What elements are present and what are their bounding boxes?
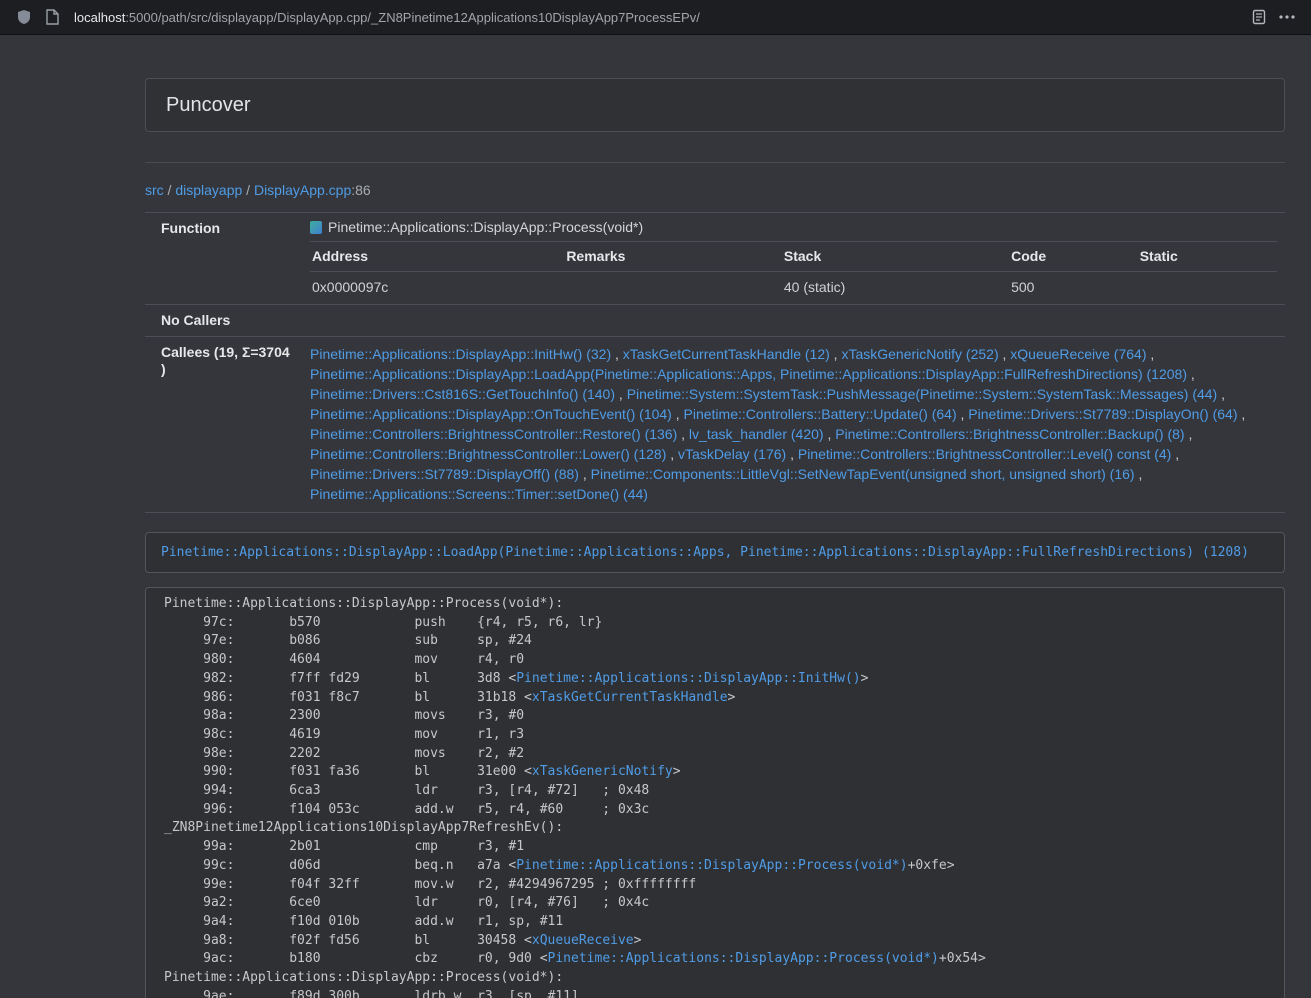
breadcrumb: src / displayapp / DisplayApp.cpp:86 (145, 182, 1285, 199)
reader-view-icon[interactable] (1245, 3, 1273, 31)
callee-separator: , (1135, 466, 1143, 482)
function-icon (310, 221, 322, 234)
callee-separator: , (1185, 426, 1193, 442)
breadcrumb-separator: / (164, 182, 176, 198)
code-symbol-link[interactable]: Pinetime::Applications::DisplayApp::Init… (516, 671, 860, 686)
code-symbol-link[interactable]: Pinetime::Applications::DisplayApp::Proc… (516, 858, 907, 873)
disassembly-code: Pinetime::Applications::DisplayApp::Proc… (145, 587, 1285, 998)
details-header-row: Address Remarks Stack Code Static (310, 242, 1277, 272)
callees-list: Pinetime::Applications::DisplayApp::Init… (302, 337, 1285, 513)
callee-link[interactable]: Pinetime::Controllers::BrightnessControl… (835, 426, 1184, 442)
callee-separator: , (824, 426, 836, 442)
callee-link[interactable]: xQueueReceive (764) (1010, 346, 1146, 362)
url-bar[interactable]: localhost:5000/path/src/displayapp/Displ… (66, 3, 1245, 31)
callee-link[interactable]: Pinetime::Components::LittleVgl::SetNewT… (591, 466, 1135, 482)
code-size-value: 500 (1009, 272, 1138, 305)
function-name-row: Pinetime::Applications::DisplayApp::Proc… (310, 218, 1277, 236)
address-value: 0x0000097c (310, 272, 564, 305)
breadcrumb-link-src[interactable]: src (145, 182, 164, 198)
callee-separator: , (1171, 446, 1179, 462)
code-symbol-link[interactable]: xTaskGetCurrentTaskHandle (532, 690, 728, 705)
callee-separator: , (1217, 386, 1225, 402)
callee-link[interactable]: Pinetime::System::SystemTask::PushMessag… (627, 386, 1218, 402)
callees-label: Callees (19, Σ=3704 ) (145, 337, 302, 513)
app-title: Puncover (166, 93, 1264, 117)
code-symbol-link[interactable]: Pinetime::Applications::DisplayApp::Proc… (548, 951, 939, 966)
function-row-label: Function (145, 213, 302, 305)
symbol-panel-link[interactable]: Pinetime::Applications::DisplayApp::Load… (161, 545, 1249, 560)
column-header-stack: Stack (782, 242, 1009, 272)
no-callers-row: No Callers (145, 305, 1285, 337)
callee-separator: , (999, 346, 1011, 362)
callee-link[interactable]: Pinetime::Applications::DisplayApp::Init… (310, 346, 611, 362)
callee-separator: , (1187, 366, 1195, 382)
callee-link[interactable]: Pinetime::Applications::DisplayApp::Load… (310, 366, 1187, 382)
code-symbol-link[interactable]: xTaskGenericNotify (532, 764, 673, 779)
callee-separator: , (611, 346, 623, 362)
callees-row: Callees (19, Σ=3704 ) Pinetime::Applicat… (145, 337, 1285, 513)
callee-link[interactable]: Pinetime::Applications::DisplayApp::OnTo… (310, 406, 672, 422)
column-header-code: Code (1009, 242, 1138, 272)
callee-link[interactable]: Pinetime::Controllers::BrightnessControl… (798, 446, 1171, 462)
function-table: Function Pinetime::Applications::Display… (145, 212, 1285, 513)
callee-link[interactable]: xTaskGenericNotify (252) (841, 346, 998, 362)
callee-separator: , (1238, 406, 1246, 422)
callee-separator: , (786, 446, 798, 462)
column-header-static: Static (1138, 242, 1277, 272)
callee-separator: , (615, 386, 627, 402)
no-callers-label: No Callers (145, 305, 302, 337)
callee-separator: , (672, 406, 684, 422)
callee-link[interactable]: Pinetime::Drivers::Cst816S::GetTouchInfo… (310, 386, 615, 402)
page-info-icon[interactable] (38, 3, 66, 31)
callee-link[interactable]: xTaskGetCurrentTaskHandle (12) (623, 346, 830, 362)
callee-separator: , (830, 346, 842, 362)
callee-link[interactable]: Pinetime::Drivers::St7789::DisplayOn() (… (968, 406, 1237, 422)
callee-link[interactable]: Pinetime::Drivers::St7789::DisplayOff() … (310, 466, 579, 482)
stack-value: 40 (static) (782, 272, 1009, 305)
details-value-row: 0x0000097c 40 (static) 500 (310, 272, 1277, 305)
callee-separator: , (666, 446, 678, 462)
callee-link[interactable]: Pinetime::Controllers::Battery::Update()… (684, 406, 957, 422)
kebab-menu-icon[interactable] (1273, 3, 1301, 31)
function-row: Function Pinetime::Applications::Display… (145, 213, 1285, 305)
breadcrumb-line-number: :86 (351, 182, 370, 198)
column-header-address: Address (310, 242, 564, 272)
callee-separator: , (1146, 346, 1154, 362)
tracking-protection-shield-icon[interactable] (10, 3, 38, 31)
callee-separator: , (579, 466, 591, 482)
page-content: Puncover src / displayapp / DisplayApp.c… (0, 35, 1311, 998)
callee-separator: , (957, 406, 969, 422)
callee-separator: , (677, 426, 689, 442)
static-value (1138, 272, 1277, 305)
url-path: :5000/path/src/displayapp/DisplayApp.cpp… (125, 10, 700, 25)
column-header-remarks: Remarks (564, 242, 782, 272)
app-header-panel: Puncover (145, 78, 1285, 132)
header-divider (145, 162, 1285, 163)
callee-link[interactable]: vTaskDelay (176) (678, 446, 786, 462)
breadcrumb-separator: / (242, 182, 254, 198)
url-host: localhost (74, 10, 125, 25)
code-symbol-link[interactable]: xQueueReceive (532, 933, 634, 948)
browser-toolbar: localhost:5000/path/src/displayapp/Displ… (0, 0, 1311, 35)
callee-link[interactable]: Pinetime::Applications::Screens::Timer::… (310, 486, 648, 502)
callee-link[interactable]: Pinetime::Controllers::BrightnessControl… (310, 446, 666, 462)
function-name: Pinetime::Applications::DisplayApp::Proc… (328, 219, 643, 236)
callee-link[interactable]: lv_task_handler (420) (689, 426, 824, 442)
breadcrumb-link-displayapp[interactable]: displayapp (175, 182, 242, 198)
callee-link[interactable]: Pinetime::Controllers::BrightnessControl… (310, 426, 677, 442)
breadcrumb-link-displayapp.cpp[interactable]: DisplayApp.cpp (254, 182, 351, 198)
function-details-table: Address Remarks Stack Code Static 0x0000… (310, 241, 1277, 304)
symbol-panel: Pinetime::Applications::DisplayApp::Load… (145, 532, 1285, 573)
remarks-value (564, 272, 782, 305)
